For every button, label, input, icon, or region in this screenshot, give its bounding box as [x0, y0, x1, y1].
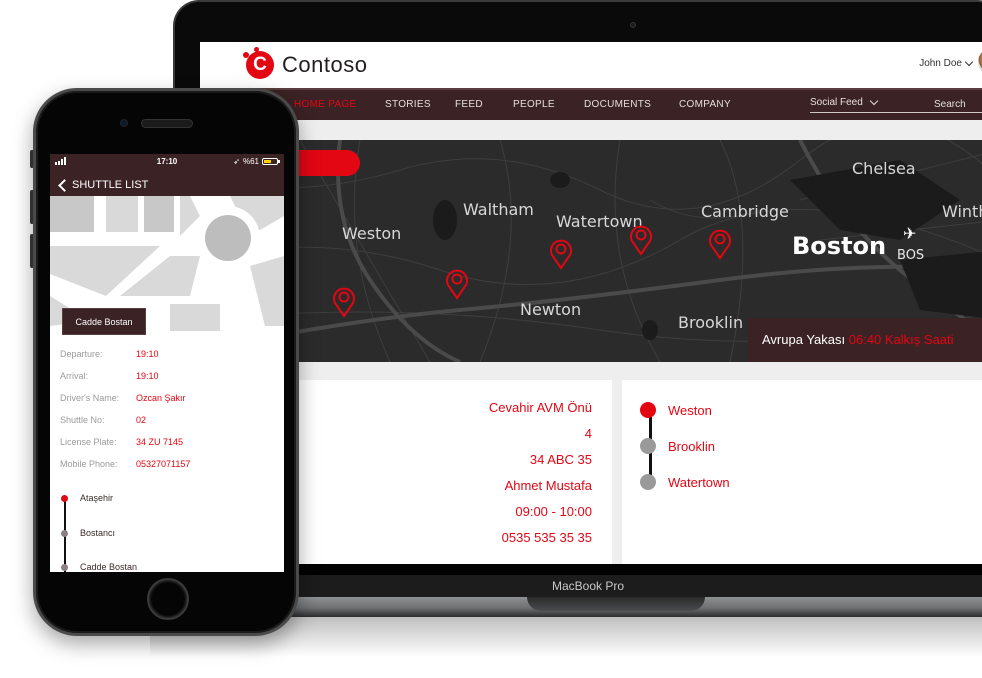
phone-speaker — [141, 119, 193, 128]
map-pin-icon[interactable] — [629, 224, 653, 256]
laptop-screen: C Contoso John Doe HOME PAGE STORIES FEE… — [200, 42, 982, 564]
map-label: Chelsea — [852, 159, 916, 178]
departure-banner: Avrupa Yakası 06:40 Kalkış Saati — [748, 318, 982, 362]
detail-value: 19:10 — [136, 349, 159, 359]
map-label: Newton — [520, 300, 582, 319]
nav-documents[interactable]: DOCUMENTS — [584, 99, 651, 110]
map-label: BOS — [897, 248, 925, 263]
avatar[interactable] — [978, 48, 982, 76]
nav-people[interactable]: PEOPLE — [513, 99, 555, 110]
detail-label: Shuttle No: — [60, 415, 105, 425]
map-label-city: Boston — [792, 232, 887, 260]
map-label: Cambridge — [701, 202, 789, 221]
battery-percent: %61 — [242, 157, 259, 166]
map-label: Brooklin — [678, 313, 744, 332]
detail-value: 34 ABC 35 — [529, 452, 592, 467]
route-stop[interactable]: Brooklin — [640, 436, 715, 456]
detail-value: 09:00 - 10:00 — [515, 504, 592, 519]
phone-title: SHUTTLE LIST — [72, 179, 149, 191]
detail-value: 05327071157 — [136, 459, 191, 469]
stop-dot-icon — [640, 402, 656, 418]
stop-label: Brooklin — [668, 438, 715, 454]
status-right: ➶ %61 — [233, 157, 280, 166]
route-stop[interactable]: Weston — [640, 400, 712, 420]
nav-home-page[interactable]: HOME PAGE — [294, 99, 357, 110]
location-tag[interactable]: Cadde Bostan — [62, 308, 146, 335]
phone-map[interactable]: Cadde Bostan — [50, 196, 284, 351]
battery-icon — [262, 158, 280, 165]
route-stop[interactable]: Watertown — [640, 472, 730, 492]
map-pin-icon[interactable] — [332, 286, 356, 318]
chevron-down-icon — [964, 57, 974, 67]
logo-text: Contoso — [282, 52, 368, 77]
nav-feed[interactable]: FEED — [455, 99, 483, 110]
route-stop[interactable]: Cadde Bostan — [61, 562, 137, 572]
main-nav: HOME PAGE STORIES FEED PEOPLE DOCUMENTS … — [200, 88, 982, 120]
detail-value: 02 — [136, 415, 147, 425]
stop-dot-icon — [61, 494, 68, 502]
stop-dot-icon — [640, 438, 656, 454]
user-menu[interactable]: John Doe — [919, 57, 974, 69]
detail-value: 19:10 — [136, 371, 159, 381]
detail-label: Departure: — [60, 349, 103, 359]
logo[interactable]: C Contoso — [243, 47, 368, 79]
phone-screen: 17:10 ➶ %61 SHUTTLE LIST Cadde Bostan De… — [50, 154, 284, 572]
phone-titlebar: SHUTTLE LIST — [50, 170, 284, 196]
home-button[interactable] — [147, 578, 189, 620]
map-label: Waltham — [463, 200, 534, 219]
location-arrow-icon: ➶ — [233, 157, 240, 166]
stop-dot-icon — [61, 529, 68, 537]
map-pin-icon[interactable] — [708, 228, 732, 260]
map-label: Winthrop — [942, 202, 982, 221]
detail-value: 4 — [584, 426, 592, 441]
detail-value: Cevahir AVM Önü — [488, 400, 592, 415]
stop-label: Watertown — [668, 474, 730, 490]
battery-fill — [264, 160, 272, 163]
detail-label: License Plate: — [60, 437, 117, 447]
map-pin-icon[interactable] — [445, 268, 469, 300]
stop-dot-icon — [61, 563, 68, 571]
stop-label: Bostancı — [80, 528, 116, 538]
banner-departure-time: 06:40 Kalkış Saati — [848, 332, 954, 347]
map-panel[interactable]: Back Weston Waltham Watertown Cambridge … — [200, 140, 982, 362]
detail-label: Arrival: — [60, 371, 89, 381]
detail-label: Driver's Name: — [60, 393, 120, 403]
detail-value: Ozcan Şakır — [136, 393, 186, 403]
social-feed-label: Social Feed — [810, 97, 863, 108]
detail-value: 34 ZU 7145 — [136, 437, 184, 447]
stop-dot-icon — [640, 474, 656, 490]
airport-icon: ✈ — [903, 226, 917, 243]
detail-label: Mobile Phone: — [60, 459, 118, 469]
chevron-down-icon — [869, 96, 879, 106]
nav-company[interactable]: COMPANY — [679, 99, 731, 110]
map-pin-icon[interactable] — [549, 238, 573, 270]
nav-stories[interactable]: STORIES — [385, 99, 431, 110]
stop-label: Cadde Bostan — [80, 562, 138, 572]
detail-value: 0535 535 35 35 — [501, 530, 592, 545]
route-stop[interactable]: Ataşehir — [61, 493, 113, 503]
back-chevron-icon[interactable] — [58, 178, 71, 192]
laptop-notch — [527, 597, 705, 611]
user-name: John Doe — [919, 58, 962, 69]
banner-region: Avrupa Yakası — [762, 332, 846, 347]
laptop-camera — [630, 22, 636, 28]
status-bar: 17:10 ➶ %61 — [50, 154, 284, 170]
stop-label: Weston — [668, 402, 712, 418]
phone-camera — [120, 119, 128, 127]
map-label: Weston — [342, 224, 402, 243]
stop-label: Ataşehir — [80, 493, 114, 503]
contoso-logo-icon: C — [243, 47, 274, 79]
route-stops-card: Weston Brooklin Watertown — [622, 380, 982, 564]
site-header: C Contoso John Doe — [200, 42, 982, 88]
detail-value: Ahmet Mustafa — [504, 478, 592, 493]
search-input[interactable]: Search — [934, 99, 966, 110]
route-stop[interactable]: Bostancı — [61, 528, 115, 538]
